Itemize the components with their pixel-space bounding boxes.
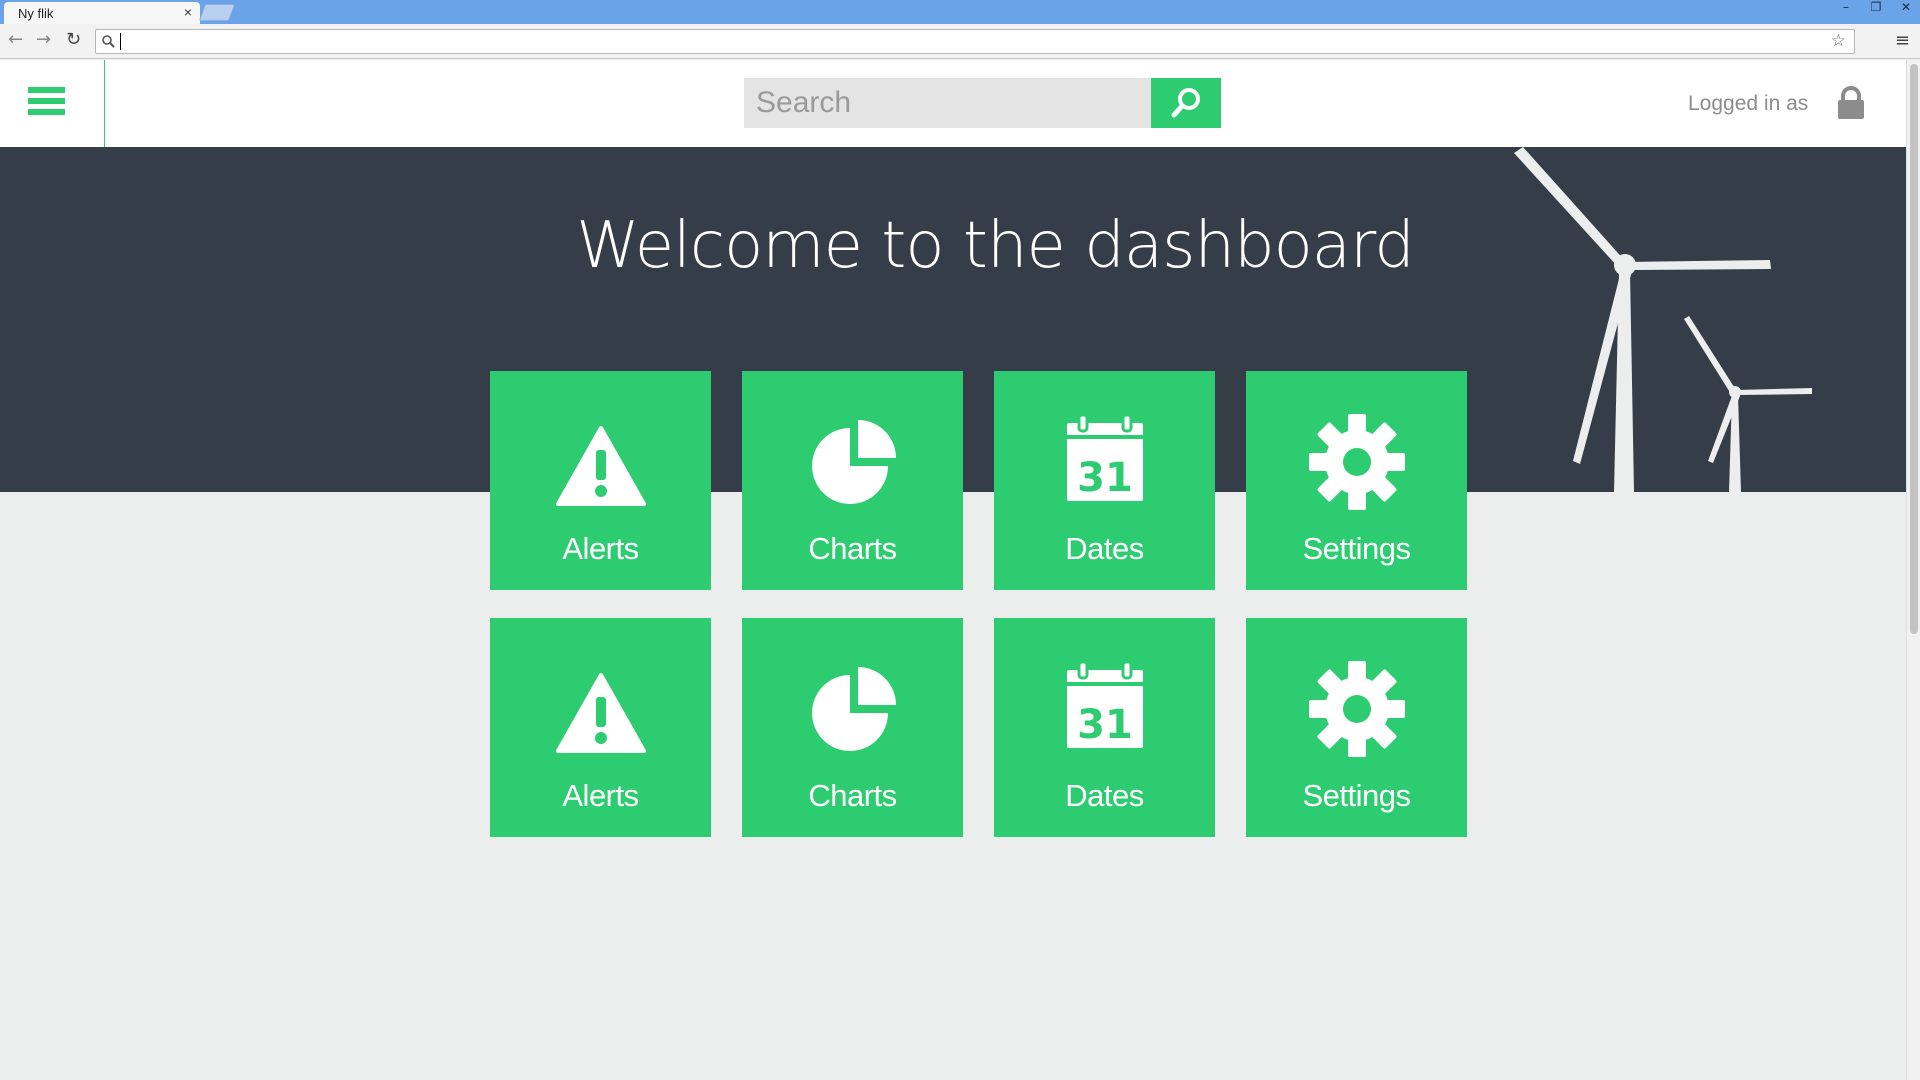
search-icon <box>1171 88 1200 118</box>
logged-in-label: Logged in as <box>1688 92 1809 115</box>
calendar-icon: 31 <box>1066 660 1143 748</box>
search-button[interactable] <box>1151 78 1221 128</box>
lock-icon[interactable] <box>1836 86 1866 120</box>
address-bar[interactable]: ☆ <box>95 29 1855 54</box>
tile-label: Alerts <box>562 778 639 813</box>
tile-label: Settings <box>1302 531 1411 566</box>
pie-chart-icon <box>811 420 896 504</box>
tile-charts[interactable]: Charts <box>742 618 963 837</box>
search-icon <box>102 35 115 48</box>
tile-label: Dates <box>1065 778 1144 813</box>
browser-menu-icon[interactable]: ≡ <box>1895 30 1910 51</box>
page-scrollbar[interactable] <box>1906 60 1920 1080</box>
calendar-day: 31 <box>1077 455 1133 501</box>
wind-turbines-illustration <box>1514 147 1812 492</box>
tile-label: Dates <box>1065 531 1144 566</box>
tile-label: Charts <box>808 778 897 813</box>
address-input[interactable] <box>120 33 1820 50</box>
page-viewport: Logged in as Welcome to the dashboard <box>0 60 1906 1080</box>
browser-titlebar: Ny flik × – ❐ ✕ <box>0 0 1920 24</box>
header-divider <box>104 60 105 147</box>
tile-alerts[interactable]: Alerts <box>490 618 711 837</box>
forward-arrow-icon[interactable]: → <box>36 30 51 50</box>
bookmark-star-icon[interactable]: ☆ <box>1831 31 1846 51</box>
tile-charts[interactable]: Charts <box>742 371 963 590</box>
tile-settings[interactable]: Settings <box>1246 371 1467 590</box>
tile-dates[interactable]: 31 Dates <box>994 618 1215 837</box>
alert-icon <box>555 673 646 753</box>
minimize-icon[interactable]: – <box>1836 0 1856 20</box>
tile-label: Settings <box>1302 778 1411 813</box>
tab-close-icon[interactable]: × <box>184 4 192 20</box>
pie-chart-icon <box>811 667 896 751</box>
search-bar <box>744 78 1221 128</box>
browser-tab[interactable]: Ny flik × <box>4 2 200 24</box>
calendar-day: 31 <box>1077 702 1133 748</box>
reload-icon[interactable]: ↻ <box>66 30 81 50</box>
scrollbar-thumb[interactable] <box>1910 64 1918 634</box>
window-controls: – ❐ ✕ <box>1836 0 1916 20</box>
restore-icon[interactable]: ❐ <box>1866 0 1886 20</box>
browser-toolbar: ← → ↻ ☆ ≡ <box>0 24 1920 59</box>
hamburger-menu-icon[interactable] <box>28 87 65 119</box>
gear-icon <box>1308 661 1405 757</box>
alert-icon <box>555 426 646 506</box>
gear-icon <box>1308 414 1405 510</box>
tile-label: Alerts <box>562 531 639 566</box>
tab-title: Ny flik <box>18 6 54 21</box>
tile-settings[interactable]: Settings <box>1246 618 1467 837</box>
new-tab-button[interactable] <box>198 4 236 21</box>
app-header: Logged in as <box>0 60 1906 147</box>
tile-label: Charts <box>808 531 897 566</box>
search-input[interactable] <box>744 78 1151 128</box>
tile-dates[interactable]: 31 Dates <box>994 371 1215 590</box>
calendar-icon: 31 <box>1066 413 1143 501</box>
close-window-icon[interactable]: ✕ <box>1896 0 1916 20</box>
back-arrow-icon[interactable]: ← <box>8 30 23 50</box>
tile-alerts[interactable]: Alerts <box>490 371 711 590</box>
